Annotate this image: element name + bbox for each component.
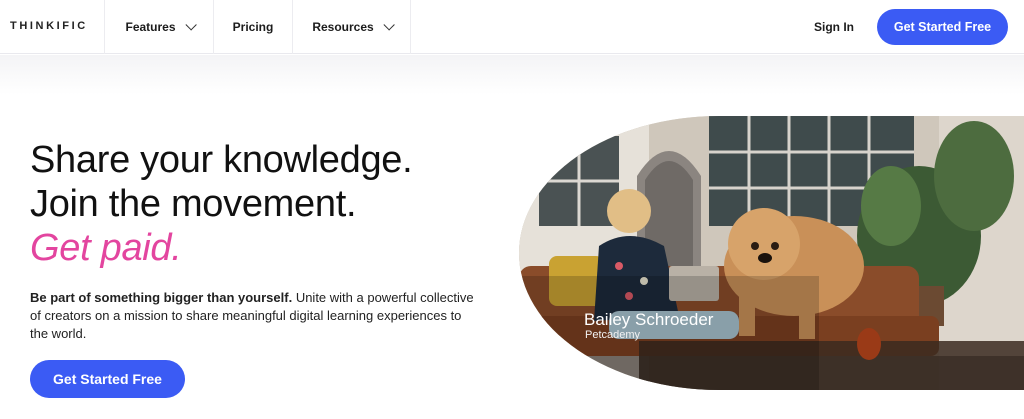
- photo-caption-name: Bailey Schroeder: [584, 310, 714, 329]
- header-shadow-band: [0, 55, 1024, 95]
- hero-photo: [519, 116, 1024, 390]
- nav-pricing-link[interactable]: Pricing: [213, 0, 292, 54]
- nav-resources-menu[interactable]: Resources: [292, 0, 411, 54]
- hero-photo-illustration: [519, 116, 1024, 390]
- headline-line-2: Join the movement.: [30, 183, 357, 225]
- thinkific-logo[interactable]: THINKIFIC: [10, 20, 88, 32]
- hero-get-started-button[interactable]: Get Started Free: [30, 360, 185, 398]
- hero-subtext: Be part of something bigger than yoursel…: [30, 289, 480, 343]
- nav-pricing-label: Pricing: [232, 20, 274, 34]
- chevron-down-icon: [383, 19, 395, 31]
- nav-features-menu[interactable]: Features: [104, 0, 213, 54]
- headline-line-1: Share your knowledge.: [30, 139, 413, 181]
- headline-line-3: Get paid.: [30, 227, 182, 269]
- nav-get-started-button[interactable]: Get Started Free: [877, 9, 1008, 45]
- hero-headline: Share your knowledge. Join the movement.…: [30, 138, 413, 270]
- hero-subtext-bold: Be part of something bigger than yoursel…: [30, 290, 293, 305]
- sign-in-link[interactable]: Sign In: [814, 20, 854, 34]
- top-nav: THINKIFIC Features Pricing Resources Sig…: [0, 0, 1024, 54]
- chevron-down-icon: [184, 19, 197, 31]
- nav-features-label: Features: [125, 20, 176, 34]
- photo-caption-company: Petcademy: [585, 329, 641, 341]
- nav-resources-label: Resources: [312, 20, 374, 34]
